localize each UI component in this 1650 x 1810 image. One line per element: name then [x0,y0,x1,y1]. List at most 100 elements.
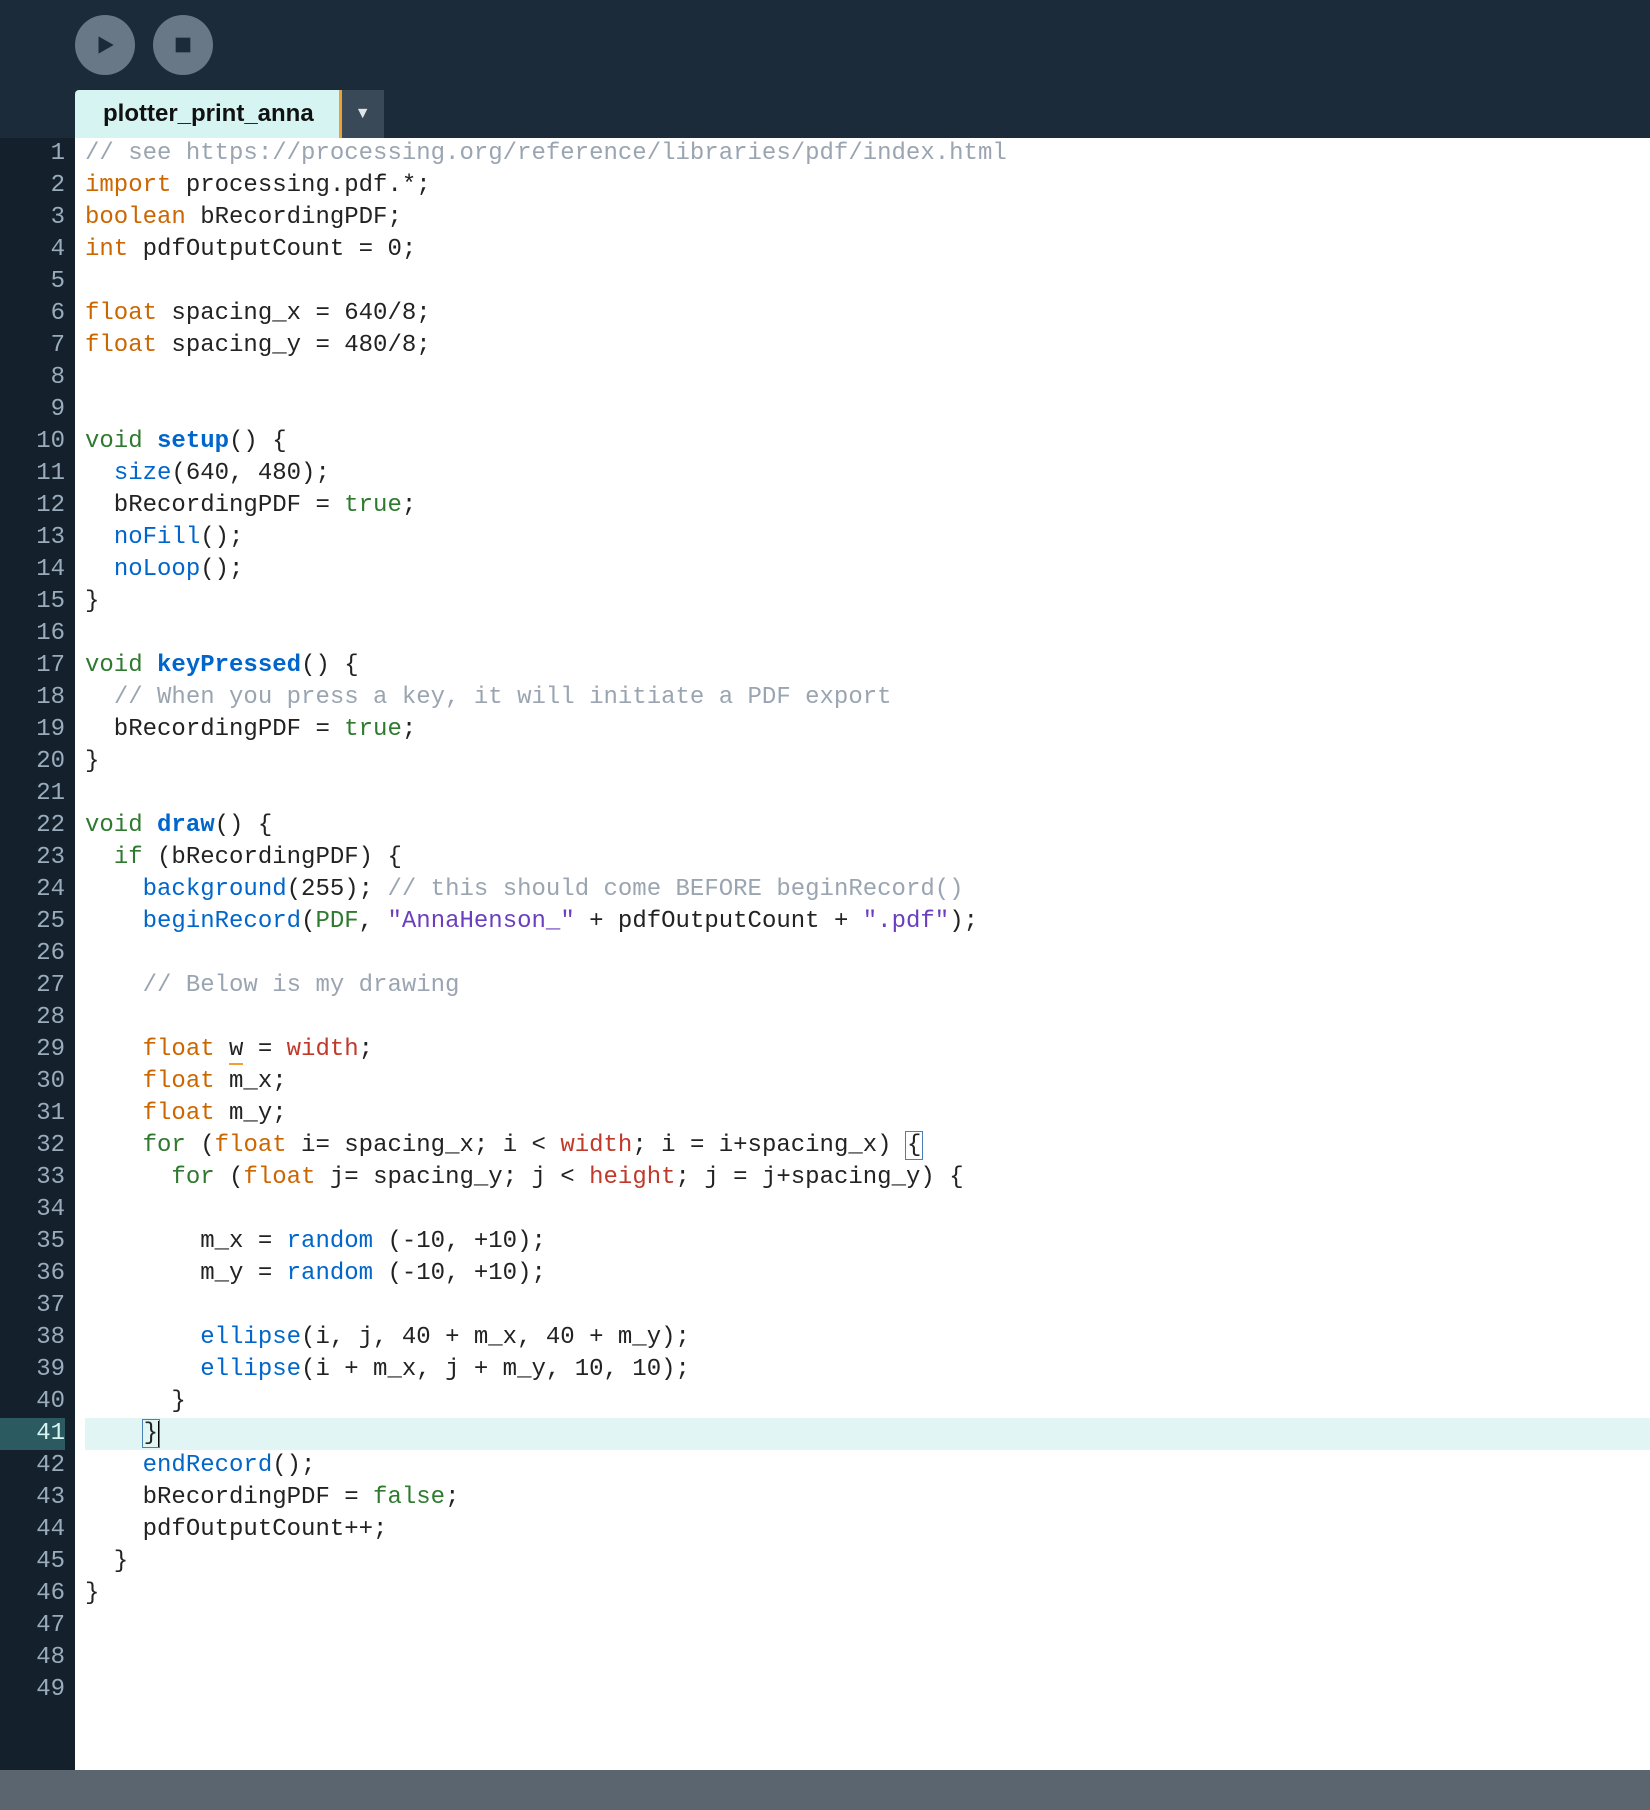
run-icon [92,32,118,58]
code-line[interactable] [85,1642,1650,1674]
code-line[interactable]: bRecordingPDF = true; [85,490,1650,522]
code-line[interactable]: bRecordingPDF = true; [85,714,1650,746]
code-line[interactable] [85,1290,1650,1322]
line-number: 36 [0,1258,65,1290]
code-line[interactable]: int pdfOutputCount = 0; [85,234,1650,266]
line-number: 41 [0,1418,65,1450]
line-number: 20 [0,746,65,778]
line-number: 26 [0,938,65,970]
line-number: 31 [0,1098,65,1130]
code-line[interactable]: for (float i= spacing_x; i < width; i = … [85,1130,1650,1162]
code-line[interactable]: float m_y; [85,1098,1650,1130]
code-line[interactable]: m_x = random (-10, +10); [85,1226,1650,1258]
line-number: 18 [0,682,65,714]
code-line[interactable]: beginRecord(PDF, "AnnaHenson_" + pdfOutp… [85,906,1650,938]
text-cursor [158,1421,160,1447]
code-line[interactable]: void setup() { [85,426,1650,458]
line-number: 44 [0,1514,65,1546]
line-gutter: 1234567891011121314151617181920212223242… [0,138,75,1770]
line-number: 32 [0,1130,65,1162]
code-line[interactable] [85,938,1650,970]
code-line[interactable]: ellipse(i + m_x, j + m_y, 10, 10); [85,1354,1650,1386]
line-number: 27 [0,970,65,1002]
line-number: 9 [0,394,65,426]
line-number: 6 [0,298,65,330]
code-line[interactable]: noFill(); [85,522,1650,554]
line-number: 38 [0,1322,65,1354]
code-line[interactable]: if (bRecordingPDF) { [85,842,1650,874]
line-number: 30 [0,1066,65,1098]
code-line[interactable]: void draw() { [85,810,1650,842]
line-number: 8 [0,362,65,394]
code-line[interactable]: boolean bRecordingPDF; [85,202,1650,234]
code-editor[interactable]: 1234567891011121314151617181920212223242… [0,138,1650,1770]
line-number: 42 [0,1450,65,1482]
code-line[interactable]: float spacing_y = 480/8; [85,330,1650,362]
code-line[interactable]: pdfOutputCount++; [85,1514,1650,1546]
tab-label: plotter_print_anna [103,100,314,128]
code-line[interactable]: } [85,1578,1650,1610]
line-number: 4 [0,234,65,266]
code-line[interactable]: noLoop(); [85,554,1650,586]
code-line[interactable]: ellipse(i, j, 40 + m_x, 40 + m_y); [85,1322,1650,1354]
code-line[interactable]: bRecordingPDF = false; [85,1482,1650,1514]
line-number: 46 [0,1578,65,1610]
line-number: 13 [0,522,65,554]
line-number: 12 [0,490,65,522]
code-line[interactable]: // When you press a key, it will initiat… [85,682,1650,714]
chevron-down-icon: ▼ [355,105,371,123]
code-line[interactable]: void keyPressed() { [85,650,1650,682]
line-number: 33 [0,1162,65,1194]
code-line[interactable]: } [85,1386,1650,1418]
code-line[interactable]: } [85,1546,1650,1578]
code-line[interactable]: // Below is my drawing [85,970,1650,1002]
line-number: 5 [0,266,65,298]
code-line[interactable]: import processing.pdf.*; [85,170,1650,202]
line-number: 21 [0,778,65,810]
code-line[interactable]: float w = width; [85,1034,1650,1066]
code-line[interactable]: for (float j= spacing_y; j < height; j =… [85,1162,1650,1194]
code-line[interactable] [85,1674,1650,1706]
line-number: 22 [0,810,65,842]
code-line[interactable]: m_y = random (-10, +10); [85,1258,1650,1290]
line-number: 49 [0,1674,65,1706]
code-line[interactable]: size(640, 480); [85,458,1650,490]
line-number: 23 [0,842,65,874]
code-line[interactable] [85,1610,1650,1642]
stop-button[interactable] [153,15,213,75]
code-line[interactable]: endRecord(); [85,1450,1650,1482]
code-line[interactable] [85,618,1650,650]
line-number: 45 [0,1546,65,1578]
line-number: 11 [0,458,65,490]
code-line[interactable] [85,394,1650,426]
line-number: 40 [0,1386,65,1418]
code-line[interactable]: float m_x; [85,1066,1650,1098]
code-line[interactable] [85,266,1650,298]
code-line[interactable]: // see https://processing.org/reference/… [85,138,1650,170]
line-number: 1 [0,138,65,170]
tab-bar: plotter_print_anna ▼ [0,90,1650,138]
tab-active[interactable]: plotter_print_anna [75,90,342,138]
code-line[interactable] [85,362,1650,394]
code-line[interactable]: background(255); // this should come BEF… [85,874,1650,906]
line-number: 19 [0,714,65,746]
line-number: 37 [0,1290,65,1322]
code-line[interactable] [85,1194,1650,1226]
code-line[interactable]: } [85,746,1650,778]
line-number: 17 [0,650,65,682]
code-line[interactable] [85,1002,1650,1034]
code-line[interactable]: float spacing_x = 640/8; [85,298,1650,330]
line-number: 29 [0,1034,65,1066]
code-line[interactable]: } [85,1418,1650,1450]
code-area[interactable]: // see https://processing.org/reference/… [75,138,1650,1770]
line-number: 2 [0,170,65,202]
code-line[interactable]: } [85,586,1650,618]
line-number: 15 [0,586,65,618]
line-number: 47 [0,1610,65,1642]
line-number: 10 [0,426,65,458]
run-button[interactable] [75,15,135,75]
line-number: 39 [0,1354,65,1386]
line-number: 7 [0,330,65,362]
tab-dropdown[interactable]: ▼ [342,90,384,138]
code-line[interactable] [85,778,1650,810]
